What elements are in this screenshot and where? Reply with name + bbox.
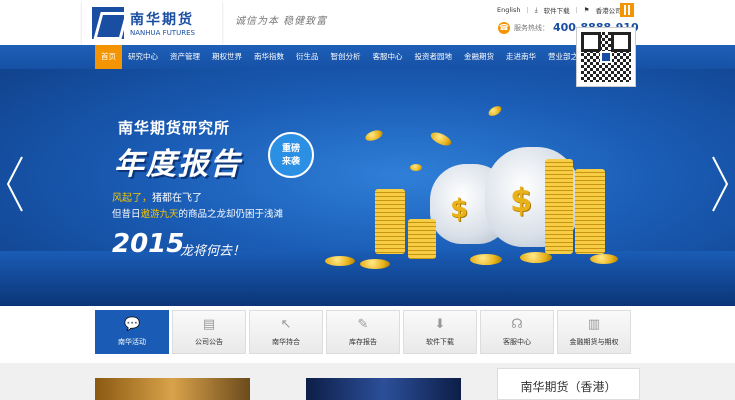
coin (470, 254, 502, 265)
qr-code-image (581, 32, 631, 82)
top-links: English | ⤓ 软件下载 | ⚑ 香港公司 (497, 5, 622, 16)
tab-label: 软件下载 (426, 338, 454, 346)
separator: | (526, 6, 529, 14)
logo-text: 南华期货 NANHUA FUTURES (130, 9, 195, 37)
hk-company-title: 南华期货（香港） (520, 380, 617, 394)
tab-label: 南华活动 (118, 338, 146, 346)
link-english[interactable]: English (497, 6, 520, 14)
logo-en: NANHUA FUTURES (130, 28, 195, 37)
nav-item-analysis[interactable]: 智创分析 (325, 45, 367, 69)
tab-nanhua-events[interactable]: 💬 南华活动 (95, 310, 169, 354)
nav-item-index[interactable]: 南华指数 (248, 45, 290, 69)
badge-line-1: 重磅 (281, 144, 300, 154)
qr-code-icon[interactable] (620, 3, 634, 17)
nav-item-about[interactable]: 走进南华 (500, 45, 542, 69)
tab-inventory-report[interactable]: ✎ 库存报告 (326, 310, 400, 354)
slogan: 诚信为本 稳健致富 (235, 16, 328, 27)
headset-icon: ☊ (511, 317, 523, 332)
banner-year-text: 龙将何去！ (180, 244, 246, 259)
news-thumbnail[interactable] (95, 378, 250, 400)
badge-line-2: 来袭 (281, 157, 300, 167)
download-icon: ⬇ (434, 317, 446, 332)
tab-label: 公司公告 (195, 338, 223, 346)
tab-software-download[interactable]: ⬇ 软件下载 (403, 310, 477, 354)
link-hk-company[interactable]: 香港公司 (596, 5, 622, 15)
coin-stack (408, 219, 436, 259)
flying-coin (364, 128, 384, 143)
banner-year: 2015 (112, 229, 185, 259)
banner-line-2-a: 但昔日 (112, 209, 141, 220)
news-thumbnail[interactable] (306, 378, 461, 400)
quick-tabs: 💬 南华活动 ▤ 公司公告 ↖ 南华持合 ✎ 库存报告 ⬇ 软件下载 ☊ 客服中… (95, 310, 631, 354)
dollar-sign-icon: $ (450, 194, 469, 224)
coin (590, 254, 618, 264)
flying-coin (486, 104, 504, 118)
logo-mark-icon (92, 6, 124, 39)
pencil-icon: ✎ (357, 317, 369, 332)
banner-line-2-highlight: 遨游九天 (140, 209, 179, 220)
nav-item-derivatives[interactable]: 衍生品 (290, 45, 325, 69)
coin (360, 259, 390, 269)
nav-item-research[interactable]: 研究中心 (122, 45, 164, 69)
flag-icon: ⚑ (583, 6, 590, 14)
banner-line-1-text: 猪都在飞了 (152, 193, 202, 204)
nav-item-home[interactable]: 首页 (95, 45, 122, 69)
banner-badge: 重磅 来袭 (268, 132, 314, 178)
qr-logo-icon (600, 51, 612, 63)
page: 南华期货 NANHUA FUTURES 诚信为本 稳健致富 English | … (0, 0, 735, 400)
dollar-sign-icon: $ (510, 181, 533, 219)
nav-item-asset-management[interactable]: 资产管理 (164, 45, 206, 69)
cursor-icon: ↖ (280, 317, 292, 332)
coin-stack (375, 189, 405, 254)
chat-icon: 💬 (124, 317, 141, 332)
banner-line-1-highlight: 风起了， (112, 193, 152, 204)
nav-item-options[interactable]: 期权世界 (206, 45, 248, 69)
nav-item-financial-futures[interactable]: 金融期货 (458, 45, 500, 69)
hero-banner[interactable]: 南华期货研究所 年度报告 重磅 来袭 风起了，猪都在飞了 但昔日遨游九天的商品之… (0, 69, 735, 306)
download-icon: ⤓ (534, 5, 538, 14)
banner-headline: 年度报告 (114, 147, 242, 182)
tab-positions[interactable]: ↖ 南华持合 (249, 310, 323, 354)
document-icon: ▤ (202, 317, 216, 332)
qr-code-popup (576, 27, 636, 87)
hk-company-box[interactable]: 南华期货（香港） (497, 368, 640, 400)
tab-announcements[interactable]: ▤ 公司公告 (172, 310, 246, 354)
tab-label: 金融期货与期权 (569, 338, 619, 346)
coin-stack (575, 169, 605, 254)
banner-line-2-b: 的商品之龙却仍困于浅滩 (178, 209, 284, 220)
hotline-label: 服务热线： (514, 23, 549, 32)
next-slide-arrow-icon[interactable] (710, 154, 730, 214)
tab-label: 库存报告 (349, 338, 377, 346)
tab-financial-futures-options[interactable]: ▥ 金融期货与期权 (557, 310, 631, 354)
coin-stack (545, 159, 573, 254)
prev-slide-arrow-icon[interactable] (5, 154, 25, 214)
phone-icon: ☎ (498, 21, 510, 34)
logo-cn: 南华期货 (130, 11, 194, 28)
link-software-download[interactable]: 软件下载 (544, 5, 570, 15)
tab-label: 南华持合 (272, 338, 300, 346)
nav-item-investors[interactable]: 投资者园地 (409, 45, 459, 69)
coin (325, 256, 355, 266)
nav-item-service[interactable]: 客服中心 (367, 45, 409, 69)
logo[interactable]: 南华期货 NANHUA FUTURES (82, 0, 222, 45)
banner-title: 南华期货研究所 (118, 119, 231, 137)
flying-coin (428, 129, 454, 149)
tab-label: 客服中心 (503, 338, 531, 346)
separator: | (575, 6, 578, 14)
flying-coin (410, 164, 422, 171)
tab-customer-service[interactable]: ☊ 客服中心 (480, 310, 554, 354)
bar-chart-icon: ▥ (587, 317, 601, 332)
banner-line-1: 风起了，猪都在飞了 (112, 189, 202, 204)
banner-line-2: 但昔日遨游九天的商品之龙却仍困于浅滩 (112, 206, 283, 220)
coin (520, 252, 552, 263)
